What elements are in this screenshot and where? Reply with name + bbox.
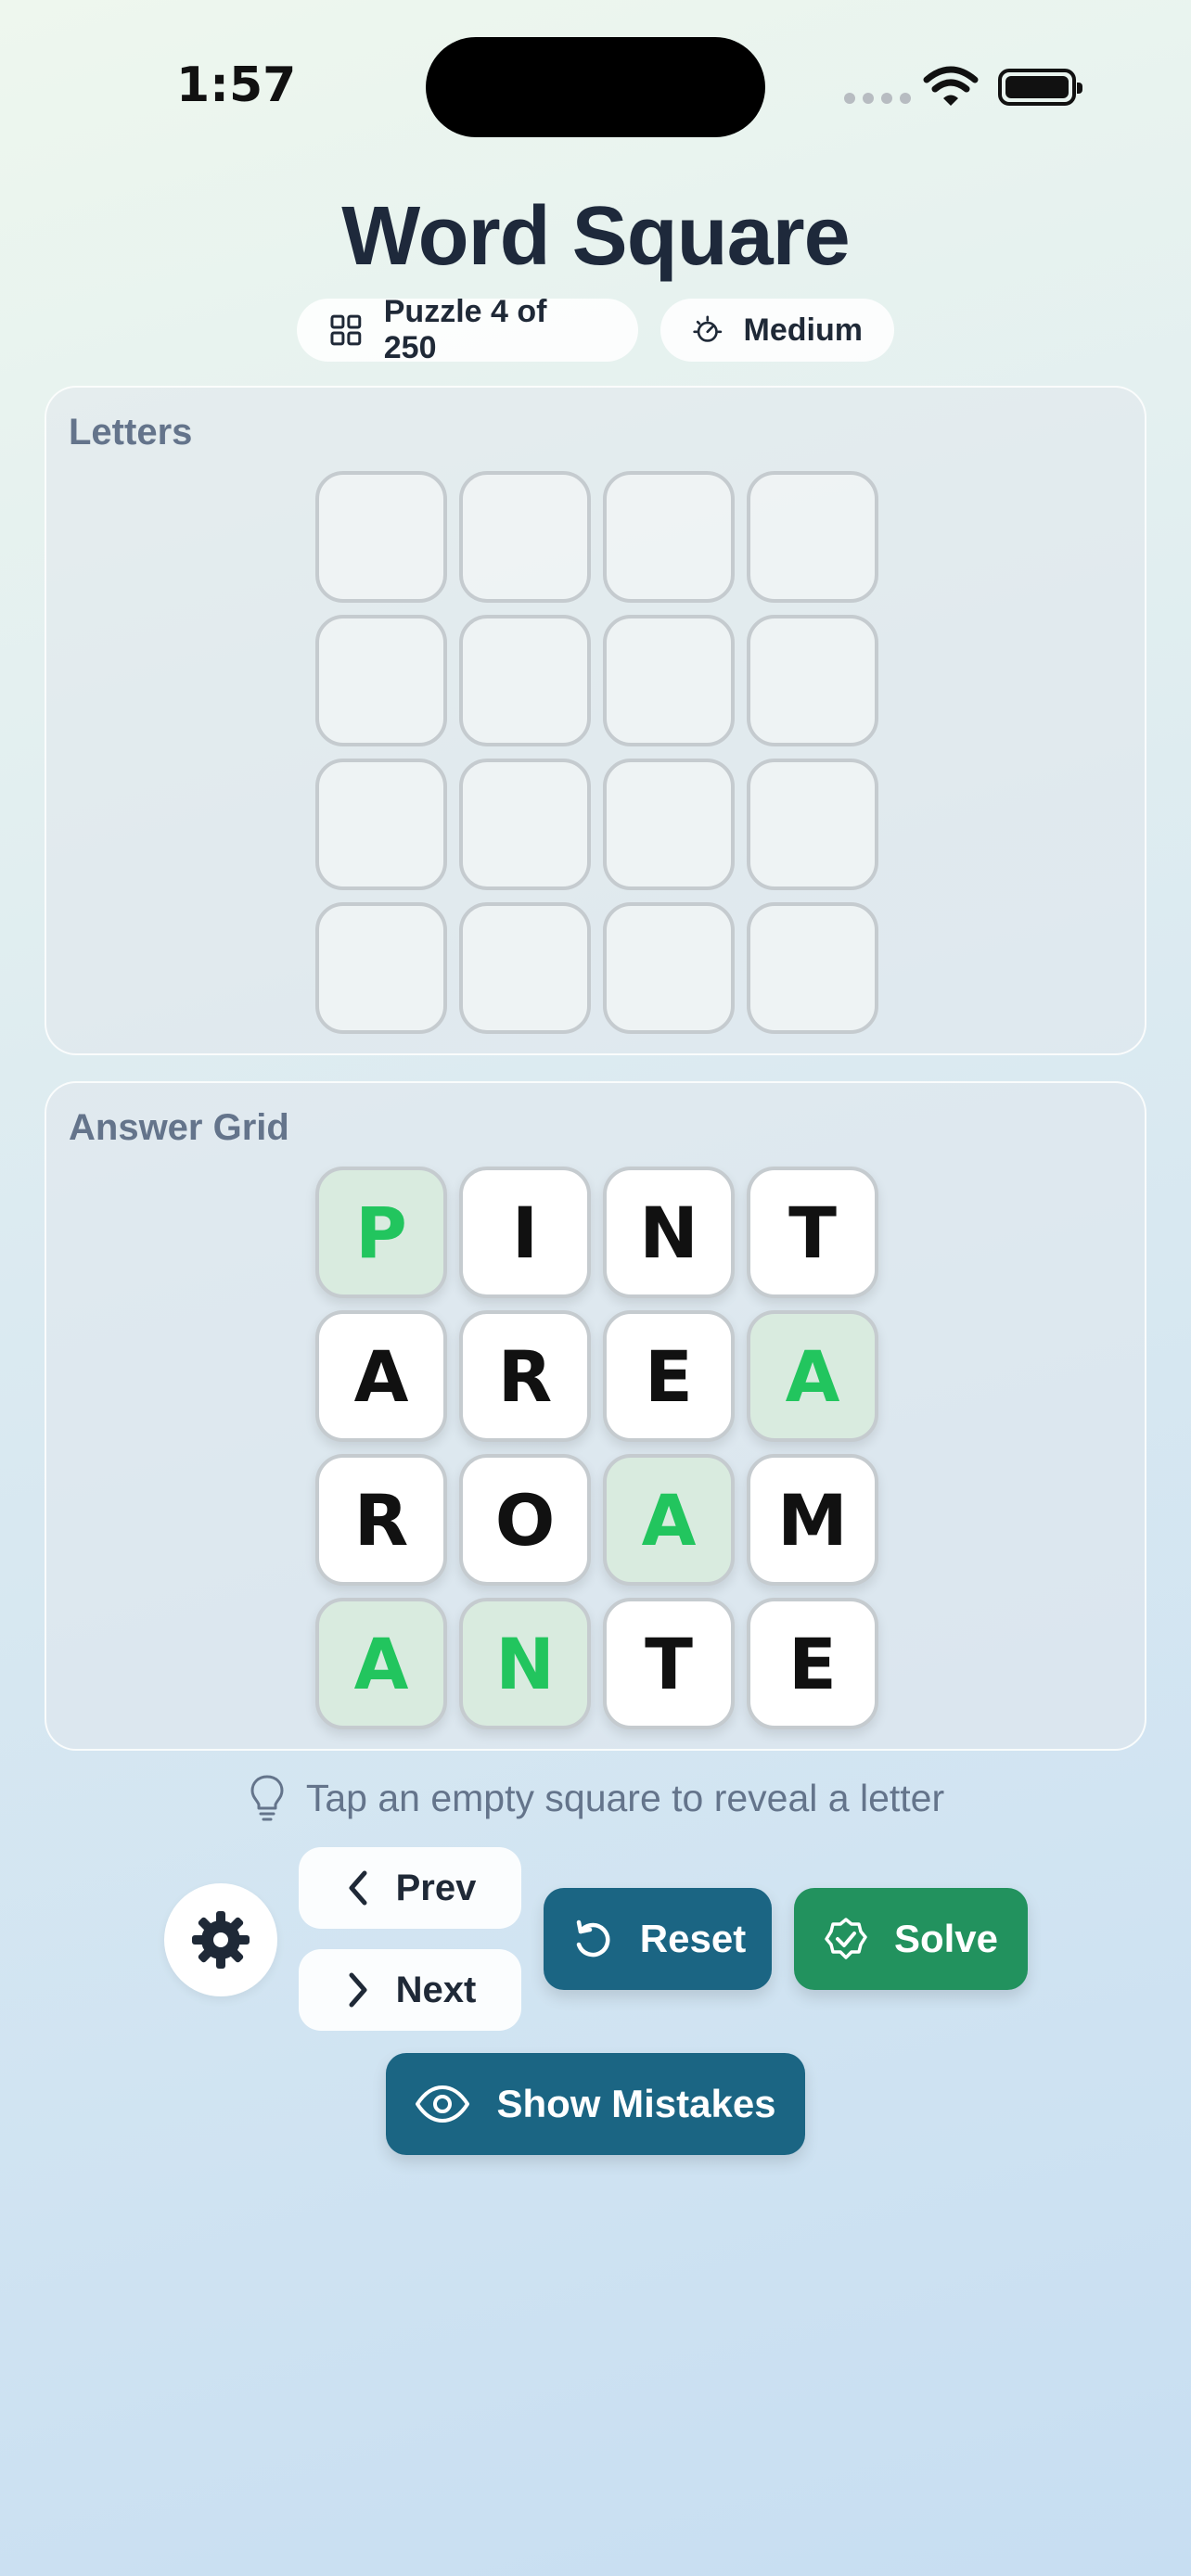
letter-tile[interactable] [315, 615, 447, 746]
grid-icon [330, 314, 362, 346]
letter-tile[interactable] [315, 902, 447, 1034]
letter-tile[interactable] [747, 471, 878, 603]
letter-tile[interactable] [603, 615, 735, 746]
answer-tile[interactable]: A [315, 1310, 447, 1442]
solve-button[interactable]: Solve [794, 1888, 1028, 1990]
answer-tile[interactable]: A [747, 1310, 878, 1442]
rotate-ccw-icon [576, 1919, 610, 1958]
next-label: Next [395, 1969, 477, 2010]
difficulty-label: Medium [743, 312, 863, 348]
reset-label: Reset [639, 1917, 747, 1960]
page-title: Word Square [341, 190, 850, 283]
puzzle-counter-label: Puzzle 4 of 250 [383, 294, 547, 365]
prev-label: Prev [395, 1867, 477, 1908]
chevron-right-icon [349, 1972, 367, 2008]
badge-check-icon [825, 1918, 867, 1959]
hint-text: Tap an empty square to reveal a letter [305, 1776, 945, 1819]
letter-tile[interactable] [603, 902, 735, 1034]
reset-button[interactable]: Reset [544, 1888, 772, 1990]
answer-grid: P I N T A R E A R O A M A N T E [315, 1167, 878, 1729]
letter-tile[interactable] [459, 471, 591, 603]
dynamic-island [426, 37, 765, 137]
show-mistakes-button[interactable]: Show Mistakes [386, 2053, 805, 2155]
answer-tile[interactable]: I [459, 1167, 591, 1298]
answer-tile[interactable]: N [603, 1167, 735, 1298]
battery-icon [998, 69, 1082, 106]
letters-panel: Letters [45, 386, 1146, 1055]
answer-tile[interactable]: P [315, 1167, 447, 1298]
gear-icon [192, 1911, 250, 1969]
letter-tile[interactable] [603, 759, 735, 890]
settings-button[interactable] [164, 1883, 277, 1996]
show-mistakes-label: Show Mistakes [496, 2082, 776, 2125]
answer-tile[interactable]: R [315, 1454, 447, 1586]
eye-icon [416, 2085, 470, 2123]
letters-panel-label: Letters [69, 412, 193, 453]
answer-tile[interactable]: A [603, 1454, 735, 1586]
answer-tile[interactable]: E [603, 1310, 735, 1442]
answer-tile[interactable]: O [459, 1454, 591, 1586]
letter-tile[interactable] [315, 471, 447, 603]
answer-tile[interactable]: A [315, 1598, 447, 1729]
letter-tile[interactable] [459, 759, 591, 890]
letter-tile[interactable] [747, 759, 878, 890]
hint-row: Tap an empty square to reveal a letter [0, 1773, 1191, 1823]
wifi-icon [923, 66, 979, 106]
next-button[interactable]: Next [299, 1949, 521, 2031]
cellular-signal-icon [844, 93, 911, 104]
answer-tile[interactable]: T [603, 1598, 735, 1729]
letter-tile[interactable] [315, 759, 447, 890]
letter-tile[interactable] [747, 615, 878, 746]
letters-grid [315, 471, 878, 1034]
answer-tile[interactable]: M [747, 1454, 878, 1586]
solve-label: Solve [893, 1917, 999, 1960]
difficulty-badge: Medium [660, 299, 894, 362]
prev-button[interactable]: Prev [299, 1847, 521, 1929]
answer-grid-label: Answer Grid [69, 1107, 289, 1148]
status-time: 1:57 [176, 57, 297, 113]
answer-tile[interactable]: E [747, 1598, 878, 1729]
puzzle-counter-badge: Puzzle 4 of 250 [297, 294, 638, 365]
lightbulb-icon [250, 1775, 284, 1821]
letter-tile[interactable] [603, 471, 735, 603]
answer-tile[interactable]: T [747, 1167, 878, 1298]
answer-tile[interactable]: R [459, 1310, 591, 1442]
letter-tile[interactable] [459, 615, 591, 746]
answer-tile[interactable]: N [459, 1598, 591, 1729]
letter-tile[interactable] [747, 902, 878, 1034]
answer-grid-panel: Answer Grid P I N T A R E A R O A M A N … [45, 1081, 1146, 1751]
gauge-icon [693, 315, 723, 342]
letter-tile[interactable] [459, 902, 591, 1034]
chevron-left-icon [349, 1870, 367, 1906]
